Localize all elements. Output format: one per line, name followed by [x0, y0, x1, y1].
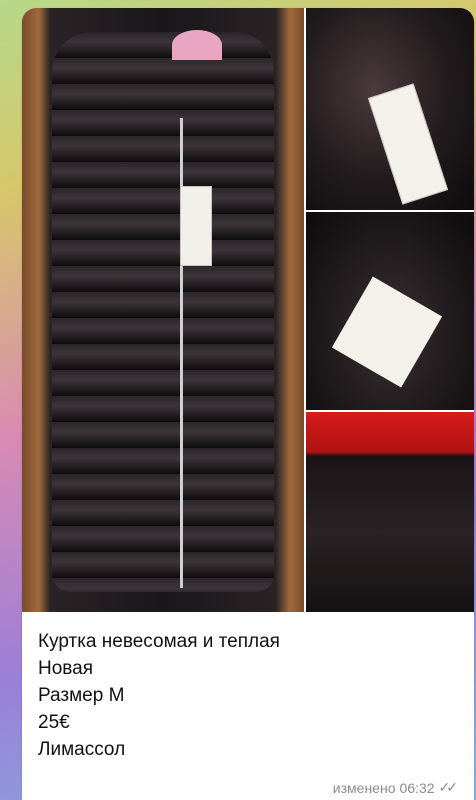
message-time: 06:32: [399, 779, 435, 796]
jacket-photo-label[interactable]: [306, 212, 474, 410]
jacket-photo-tag[interactable]: [306, 8, 474, 210]
message-bubble: Куртка невесомая и теплая Новая Размер М…: [22, 8, 474, 800]
hanger: [172, 30, 222, 60]
double-check-icon: ✓✓: [438, 779, 459, 795]
message-line: Лимассол: [38, 739, 126, 760]
price-tag: [180, 186, 212, 266]
edited-label: изменено: [332, 779, 396, 796]
message-line: 25€: [38, 712, 70, 733]
message-meta: изменено 06:32 ✓✓: [332, 779, 459, 796]
jacket-image: [52, 32, 274, 592]
message-line: Куртка невесомая и теплая: [38, 631, 280, 652]
jacket-photo-lining[interactable]: [306, 412, 474, 612]
care-label: [331, 276, 443, 388]
jacket-photo-main[interactable]: [22, 8, 304, 612]
message-line: Новая: [38, 658, 94, 679]
brand-tag: [367, 83, 449, 205]
message-line: Размер М: [38, 685, 125, 706]
message-text: Куртка невесомая и теплая Новая Размер М…: [38, 628, 458, 763]
photo-album: [22, 8, 474, 612]
